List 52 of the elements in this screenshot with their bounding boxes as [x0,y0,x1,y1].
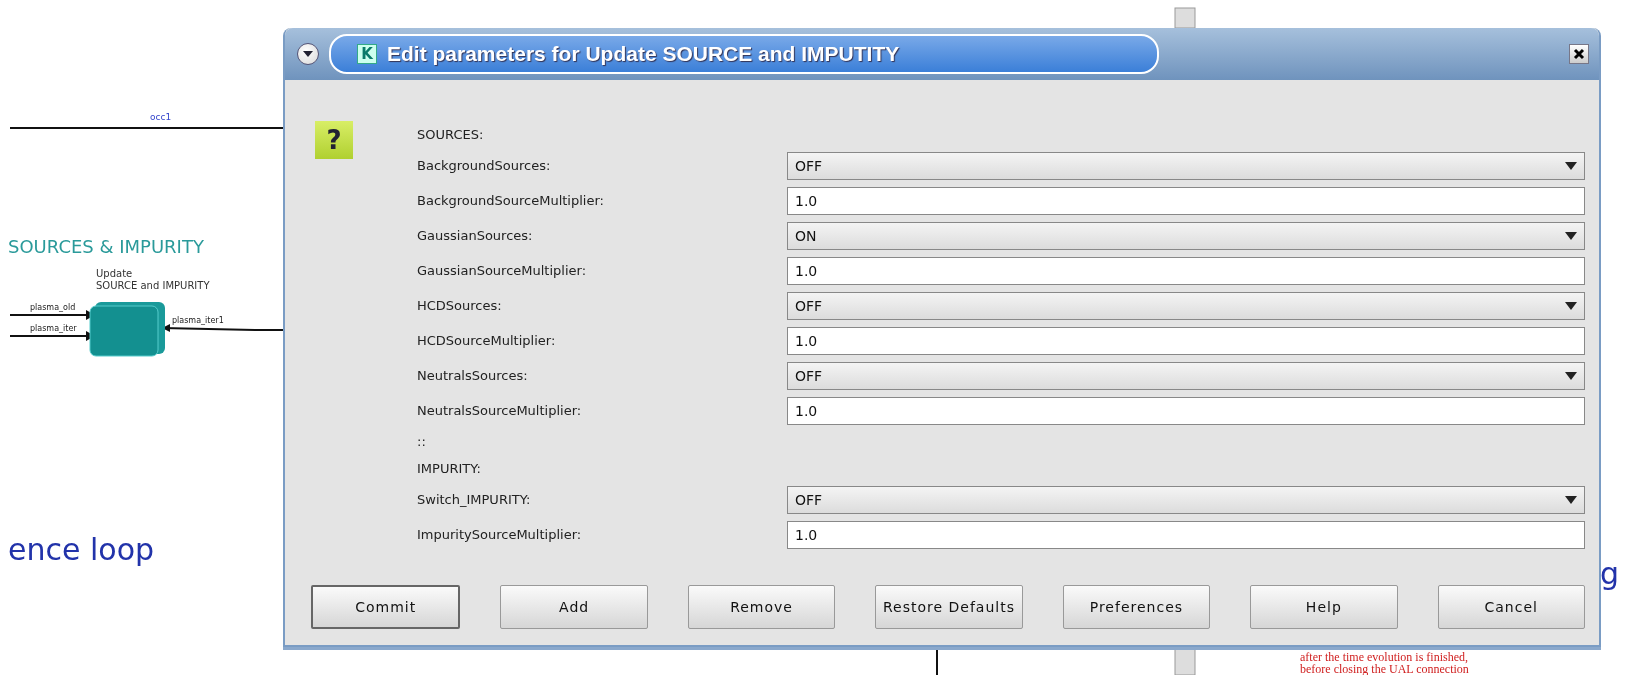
field-label: ImpuritySourceMultiplier: [417,526,583,544]
port-label: plasma_iter [30,324,77,333]
input-field[interactable]: 1.0 [787,256,1585,285]
field-label: HCDSourceMultiplier: [417,332,557,350]
group-title: SOURCES & IMPURITY [8,236,204,257]
port-label: plasma_iter1 [172,316,224,325]
dropdown[interactable]: ON [787,221,1585,250]
loop-label: ence loop [8,532,155,567]
field-label: NeutralsSources: [417,367,529,385]
port-label: plasma_old [30,303,76,312]
block-caption: Update SOURCE and IMPURITY [96,268,210,292]
field-label: Switch_IMPURITY: [417,491,532,509]
dropdown[interactable]: OFF [787,361,1585,390]
input-field[interactable]: 1.0 [787,520,1585,549]
dropdown-arrow-icon [1565,161,1577,170]
dropdown[interactable]: OFF [787,151,1585,180]
window-title: Edit parameters for Update SOURCE and IMPUTITY [387,42,900,66]
dialog-button[interactable]: Preferences [1062,585,1211,629]
window-menu-button[interactable] [297,43,319,65]
caret-icon [302,50,314,58]
scrollbar-handle [1174,7,1196,29]
dropdown-arrow-icon [1565,231,1577,240]
app-logo: K [357,44,377,64]
section-label: SOURCES: [417,126,485,144]
field-label: BackgroundSourceMultiplier: [417,192,605,210]
field-label: NeutralsSourceMultiplier: [417,402,583,420]
field-label: HCDSources: [417,297,503,315]
dialog-button[interactable]: Add [500,585,648,629]
dialog-button[interactable]: Remove [687,585,836,629]
dialog-button[interactable]: Help [1250,585,1398,629]
section-label: :: [417,433,427,451]
input-field[interactable]: 1.0 [787,396,1585,425]
dialog-button[interactable]: Cancel [1437,585,1585,629]
dropdown-arrow-icon [1565,495,1577,504]
diagram-text: g [1600,556,1620,591]
field-label: BackgroundSources: [417,157,552,175]
close-button[interactable] [1569,44,1589,64]
note-text: after the time evolution is finished, before closing the UAL connection [1300,651,1469,675]
close-icon [1573,48,1585,60]
input-field[interactable]: 1.0 [787,326,1585,355]
input-field[interactable]: 1.0 [787,186,1585,215]
wire-label: occ1 [150,112,172,122]
dropdown-arrow-icon [1565,371,1577,380]
dropdown[interactable]: OFF [787,485,1585,514]
field-label: GaussianSources: [417,227,534,245]
dropdown[interactable]: OFF [787,291,1585,320]
field-label: GaussianSourceMultiplier: [417,262,588,280]
section-label: IMPURITY: [417,460,482,478]
help-icon: ? [315,121,353,159]
dialog-button[interactable]: Restore Defaults [875,585,1023,629]
dialog-button[interactable]: Commit [311,585,461,629]
dropdown-arrow-icon [1565,301,1577,310]
